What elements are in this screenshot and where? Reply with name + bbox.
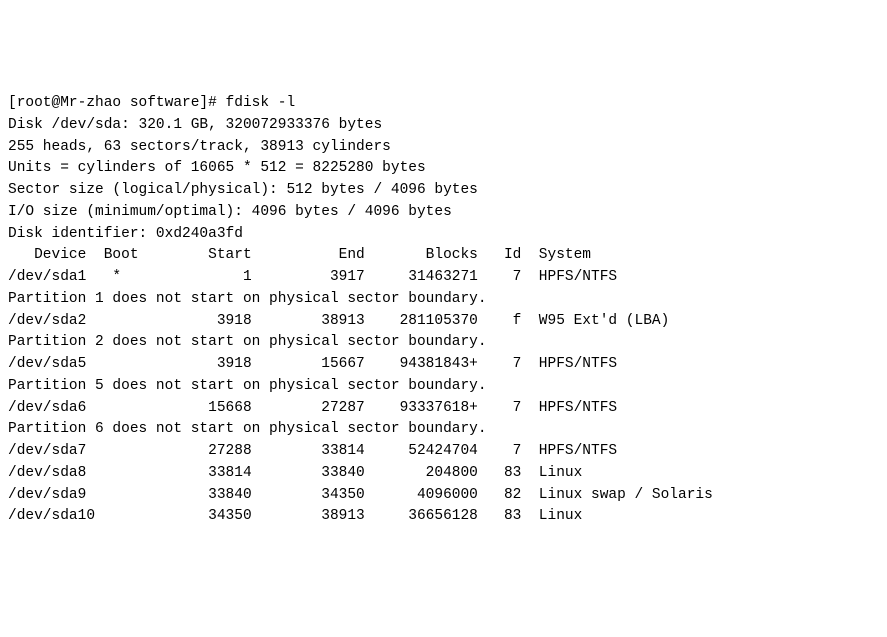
disk-io-size: I/O size (minimum/optimal): 4096 bytes /…: [8, 202, 879, 224]
partition-warning: Partition 1 does not start on physical s…: [8, 289, 879, 311]
disk-identifier: Disk identifier: 0xd240a3fd: [8, 224, 879, 246]
partition-row: /dev/sda1 * 1 3917 31463271 7 HPFS/NTFS: [8, 267, 879, 289]
disk-geometry: 255 heads, 63 sectors/track, 38913 cylin…: [8, 137, 879, 159]
disk-sector-size: Sector size (logical/physical): 512 byte…: [8, 180, 879, 202]
partition-row: /dev/sda6 15668 27287 93337618+ 7 HPFS/N…: [8, 398, 879, 420]
disk-summary: Disk /dev/sda: 320.1 GB, 320072933376 by…: [8, 115, 879, 137]
partition-row: /dev/sda8 33814 33840 204800 83 Linux: [8, 463, 879, 485]
partition-table-header: Device Boot Start End Blocks Id System: [8, 245, 879, 267]
partition-row: /dev/sda7 27288 33814 52424704 7 HPFS/NT…: [8, 441, 879, 463]
shell-prompt-line[interactable]: [root@Mr-zhao software]# fdisk -l: [8, 93, 879, 115]
partition-warning: Partition 5 does not start on physical s…: [8, 376, 879, 398]
partition-row: /dev/sda2 3918 38913 281105370 f W95 Ext…: [8, 311, 879, 333]
partition-row: /dev/sda5 3918 15667 94381843+ 7 HPFS/NT…: [8, 354, 879, 376]
partition-row: /dev/sda9 33840 34350 4096000 82 Linux s…: [8, 485, 879, 507]
partition-warning: Partition 2 does not start on physical s…: [8, 332, 879, 354]
partition-warning: Partition 6 does not start on physical s…: [8, 419, 879, 441]
terminal-output: [root@Mr-zhao software]# fdisk -lDisk /d…: [8, 93, 879, 528]
disk-units: Units = cylinders of 16065 * 512 = 82252…: [8, 158, 879, 180]
partition-row: /dev/sda10 34350 38913 36656128 83 Linux: [8, 506, 879, 528]
